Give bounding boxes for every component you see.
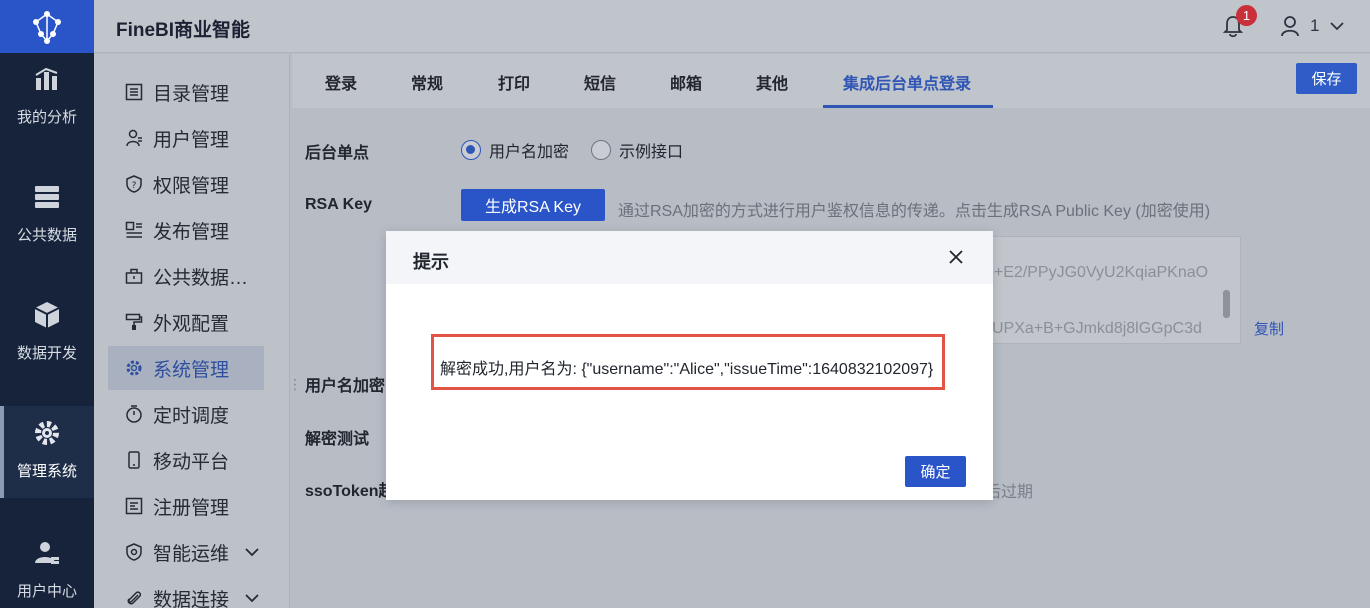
- menu-item-data-connection[interactable]: 数据连接: [108, 576, 264, 608]
- menu-item-catalog[interactable]: 目录管理: [108, 70, 264, 114]
- decrypt-test-label: 解密测试: [305, 431, 370, 448]
- tab-login[interactable]: 登录: [325, 70, 357, 94]
- gear-icon: [126, 360, 142, 376]
- menu-item-label: 公共数据…: [153, 267, 249, 289]
- user-settings-icon: [35, 542, 59, 564]
- radio-label: 示例接口: [619, 144, 684, 161]
- chevron-down-icon: [245, 547, 259, 556]
- prompt-dialog: 提示 解密成功,用户名为: {"username":"Alice","issue…: [386, 231, 993, 500]
- timer-icon: [126, 405, 142, 423]
- briefcase-icon: [125, 268, 143, 284]
- user-menu[interactable]: 1: [1280, 15, 1345, 37]
- radio-label: 用户名加密: [489, 144, 570, 161]
- user-icon: [126, 129, 142, 147]
- register-icon: [125, 497, 143, 515]
- menu-item-label: 移动平台: [153, 451, 230, 473]
- menu-item-label: 系统管理: [153, 359, 230, 381]
- menu-item-system[interactable]: 系统管理: [108, 346, 264, 390]
- menu-item-mobile[interactable]: 移动平台: [108, 438, 264, 482]
- user-name: 1: [1310, 16, 1320, 35]
- mobile-icon: [128, 451, 140, 469]
- radio-sample-api[interactable]: 示例接口: [591, 138, 683, 162]
- rsa-hint: 通过RSA加密的方式进行用户鉴权信息的传递。点击生成RSA Public Key…: [618, 203, 1211, 220]
- notification-badge: 1: [1236, 5, 1257, 26]
- rail-item-label: 用户中心: [16, 583, 77, 600]
- logo-icon: [33, 10, 61, 44]
- save-button[interactable]: 保存: [1296, 63, 1357, 94]
- rsa-key-label: RSA Key: [305, 196, 372, 213]
- tab-print[interactable]: 打印: [498, 70, 530, 94]
- rail-item-management[interactable]: 管理系统: [0, 406, 94, 498]
- radio-unchecked-icon: [591, 140, 611, 160]
- rail-item-my-analysis[interactable]: 我的分析: [0, 60, 94, 152]
- top-header: FineBI商业智能 1 1: [94, 0, 1370, 53]
- user-icon: [1281, 16, 1299, 37]
- system-menu: 目录管理 用户管理 ? 权限管理 发布管理 公共数据… 外观配置 系统管理 定时…: [94, 54, 290, 608]
- tab-other[interactable]: 其他: [756, 70, 788, 94]
- menu-item-label: 注册管理: [153, 497, 230, 519]
- rail-item-public-data[interactable]: 公共数据: [0, 178, 94, 270]
- active-tab-indicator: [823, 105, 993, 108]
- dialog-header: 提示: [386, 231, 993, 284]
- key-line-1: 5+E2/PPyJG0VyU2KqiaPKnaO: [985, 264, 1209, 281]
- copy-link[interactable]: 复制: [1254, 318, 1284, 339]
- rail-item-label: 公共数据: [16, 227, 77, 244]
- generate-rsa-key-button[interactable]: 生成RSA Key: [461, 189, 605, 221]
- app-logo[interactable]: [0, 0, 94, 53]
- cube-icon: [34, 302, 60, 328]
- chart-icon: [35, 67, 58, 90]
- tab-email[interactable]: 邮箱: [670, 70, 702, 94]
- menu-item-schedule[interactable]: 定时调度: [108, 392, 264, 436]
- settings-tabs: 登录 常规 打印 短信 邮箱 其他 集成后台单点登录: [292, 54, 1370, 108]
- rail-item-data-dev[interactable]: 数据开发: [0, 296, 94, 388]
- paint-roller-icon: [125, 313, 143, 330]
- ssotoken-label: ssoToken超: [305, 483, 395, 500]
- key-line-2: UPXa+B+GJmkd8j8lGGpC3d: [992, 320, 1202, 337]
- menu-item-register[interactable]: 注册管理: [108, 484, 264, 528]
- close-icon[interactable]: [947, 248, 965, 266]
- list-icon: [125, 83, 143, 101]
- database-icon: [35, 186, 59, 208]
- menu-item-label: 外观配置: [153, 313, 230, 335]
- rail-item-user-center[interactable]: 用户中心: [0, 534, 94, 608]
- ops-icon: [126, 543, 142, 561]
- menu-item-public-data[interactable]: 公共数据…: [108, 254, 264, 298]
- shield-icon: ?: [126, 175, 142, 193]
- menu-item-permissions[interactable]: ? 权限管理: [108, 162, 264, 206]
- rail-item-label: 数据开发: [16, 345, 77, 362]
- gear-icon: [35, 421, 59, 445]
- sso-label: 后台单点: [305, 145, 370, 162]
- menu-item-appearance[interactable]: 外观配置: [108, 300, 264, 344]
- username-encrypt-label: 用户名加密: [305, 378, 386, 395]
- menu-item-ops[interactable]: 智能运维: [108, 530, 264, 574]
- dialog-title: 提示: [413, 252, 449, 272]
- radio-username-encrypt[interactable]: 用户名加密: [461, 138, 569, 162]
- left-rail: 我的分析 公共数据 数据开发 管理系统 用户中心: [0, 0, 94, 608]
- chevron-down-icon: [1330, 22, 1345, 31]
- svg-text:?: ?: [132, 181, 137, 191]
- menu-item-label: 定时调度: [153, 405, 230, 427]
- menu-item-label: 数据连接: [153, 589, 230, 608]
- menu-item-label: 用户管理: [153, 129, 230, 151]
- menu-item-label: 发布管理: [153, 221, 230, 243]
- menu-item-publish[interactable]: 发布管理: [108, 208, 264, 252]
- dialog-message: 解密成功,用户名为: {"username":"Alice","issueTim…: [440, 361, 934, 378]
- chevron-down-icon: [245, 593, 259, 602]
- paperclip-icon: [127, 591, 142, 605]
- publish-icon: [125, 221, 142, 238]
- app-title: FineBI商业智能: [116, 20, 251, 41]
- menu-item-users[interactable]: 用户管理: [108, 116, 264, 160]
- tab-general[interactable]: 常规: [411, 70, 443, 94]
- radio-checked-icon: [461, 140, 481, 160]
- menu-item-label: 智能运维: [153, 543, 230, 565]
- rail-item-label: 我的分析: [16, 109, 77, 126]
- tab-sso[interactable]: 集成后台单点登录: [843, 70, 971, 94]
- rail-item-label: 管理系统: [16, 463, 77, 480]
- menu-item-label: 目录管理: [153, 83, 230, 105]
- menu-item-label: 权限管理: [153, 175, 230, 197]
- tab-sms[interactable]: 短信: [584, 70, 616, 94]
- scrollbar[interactable]: [1223, 290, 1230, 318]
- confirm-button[interactable]: 确定: [905, 456, 966, 487]
